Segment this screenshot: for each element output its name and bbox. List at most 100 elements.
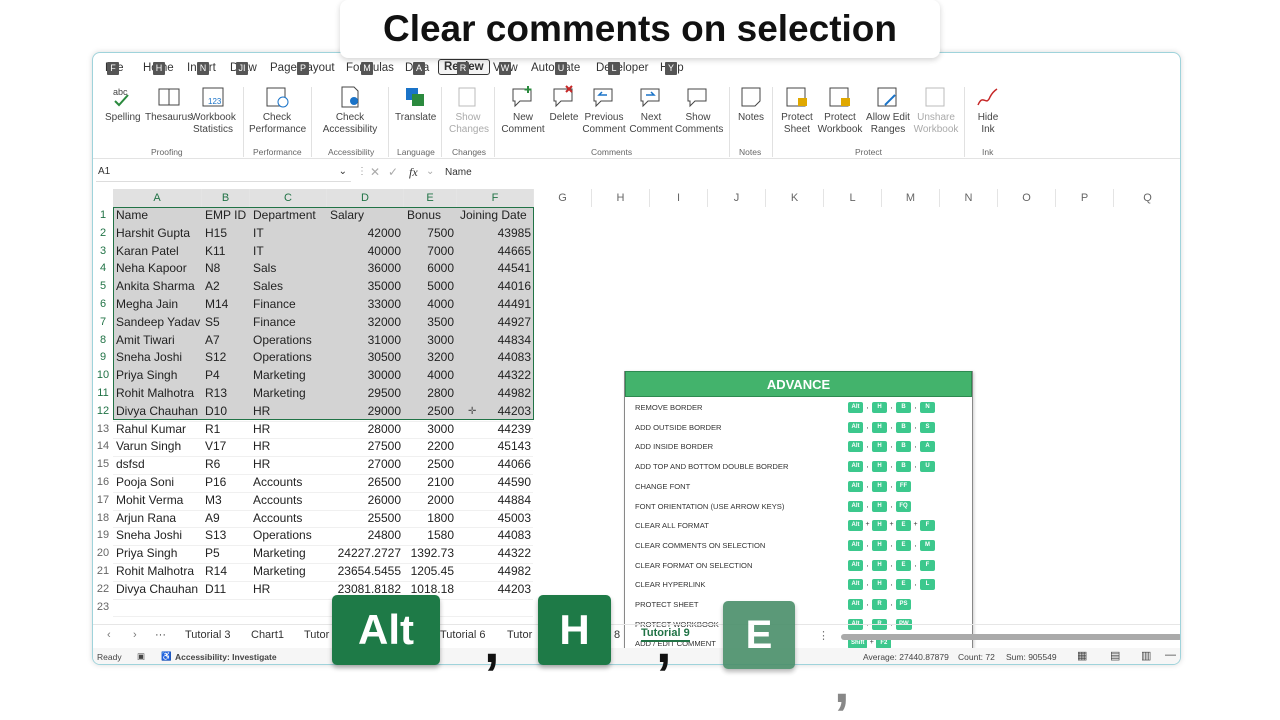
spelling-button[interactable]: abc Spelling: [105, 85, 141, 124]
cell[interactable]: 1205.45: [404, 563, 457, 581]
cell[interactable]: 29500: [327, 385, 404, 403]
cell[interactable]: 44016: [457, 278, 534, 296]
cell[interactable]: Sneha Joshi: [113, 527, 202, 545]
cell[interactable]: Accounts: [250, 510, 327, 528]
cell[interactable]: Operations: [250, 527, 327, 545]
macro-icon[interactable]: ▣: [137, 651, 145, 662]
row-header[interactable]: 11: [93, 385, 113, 403]
column-header[interactable]: N: [940, 189, 998, 207]
row-header[interactable]: 6: [93, 296, 113, 314]
cell[interactable]: S12: [202, 349, 250, 367]
cell[interactable]: 43985: [457, 225, 534, 243]
cell[interactable]: Sales: [250, 278, 327, 296]
cell[interactable]: 28000: [327, 421, 404, 439]
cell[interactable]: 44834: [457, 332, 534, 350]
row-header[interactable]: 20: [93, 545, 113, 563]
cell[interactable]: HR: [250, 421, 327, 439]
cell[interactable]: 6000: [404, 260, 457, 278]
cell[interactable]: 2500: [404, 403, 457, 421]
cell[interactable]: 26500: [327, 474, 404, 492]
cell[interactable]: R13: [202, 385, 250, 403]
row-header[interactable]: 19: [93, 527, 113, 545]
cell[interactable]: A7: [202, 332, 250, 350]
column-header[interactable]: P: [1056, 189, 1114, 207]
cell[interactable]: 36000: [327, 260, 404, 278]
cell[interactable]: 32000: [327, 314, 404, 332]
cell[interactable]: Department: [250, 207, 327, 225]
formula-input[interactable]: Name: [445, 167, 472, 178]
cell[interactable]: R6: [202, 456, 250, 474]
cell[interactable]: A2: [202, 278, 250, 296]
cell[interactable]: 4000: [404, 367, 457, 385]
cell[interactable]: HR: [250, 403, 327, 421]
cell[interactable]: 44066: [457, 456, 534, 474]
row-header[interactable]: 5: [93, 278, 113, 296]
cell[interactable]: Sandeep Yadav: [113, 314, 202, 332]
check-accessibility-button[interactable]: Check Accessibility: [319, 85, 381, 136]
prev-sheet-icon[interactable]: ‹: [107, 629, 111, 641]
tab-tutorial-3[interactable]: Tutorial 3: [185, 629, 230, 641]
column-header[interactable]: O: [998, 189, 1056, 207]
cell[interactable]: 27500: [327, 438, 404, 456]
cell[interactable]: D11: [202, 581, 250, 599]
column-header[interactable]: B: [202, 189, 250, 207]
cell[interactable]: 45143: [457, 438, 534, 456]
cell[interactable]: 2500: [404, 456, 457, 474]
cell[interactable]: 2100: [404, 474, 457, 492]
cell[interactable]: Megha Jain: [113, 296, 202, 314]
cell[interactable]: Bonus: [404, 207, 457, 225]
tab-tutorial-6[interactable]: Tutorial 6: [440, 629, 485, 641]
cell[interactable]: Finance: [250, 314, 327, 332]
cell[interactable]: 27000: [327, 456, 404, 474]
cell[interactable]: K11: [202, 243, 250, 261]
protect-workbook-button[interactable]: Protect Workbook: [817, 85, 863, 136]
menu-developer[interactable]: Developer: [596, 62, 648, 74]
row-header[interactable]: 1: [93, 207, 113, 225]
cell[interactable]: Rahul Kumar: [113, 421, 202, 439]
cell[interactable]: Marketing: [250, 385, 327, 403]
row-header[interactable]: 21: [93, 563, 113, 581]
cell[interactable]: 40000: [327, 243, 404, 261]
cell[interactable]: Sals: [250, 260, 327, 278]
cell[interactable]: 5000: [404, 278, 457, 296]
cell[interactable]: 30000: [327, 367, 404, 385]
cell[interactable]: 25500: [327, 510, 404, 528]
cell[interactable]: Marketing: [250, 367, 327, 385]
cancel-icon[interactable]: ✕: [370, 165, 380, 179]
cell[interactable]: H15: [202, 225, 250, 243]
row-header[interactable]: 13: [93, 421, 113, 439]
row-header[interactable]: 7: [93, 314, 113, 332]
column-header[interactable]: F: [457, 189, 534, 207]
cell[interactable]: EMP ID: [202, 207, 250, 225]
cell[interactable]: 1580: [404, 527, 457, 545]
row-header[interactable]: 23: [93, 599, 113, 617]
row-header[interactable]: 16: [93, 474, 113, 492]
row-header[interactable]: 4: [93, 260, 113, 278]
cell[interactable]: 44884: [457, 492, 534, 510]
confirm-icon[interactable]: ✓: [388, 165, 398, 179]
cell[interactable]: 44927: [457, 314, 534, 332]
cell[interactable]: 2800: [404, 385, 457, 403]
hide-ink-button[interactable]: Hide Ink: [971, 85, 1005, 136]
cell[interactable]: D10: [202, 403, 250, 421]
delete-comment-button[interactable]: Delete: [548, 85, 580, 124]
tab-chart1[interactable]: Chart1: [251, 629, 284, 641]
row-header[interactable]: 9: [93, 349, 113, 367]
column-header[interactable]: C: [250, 189, 327, 207]
cell[interactable]: 42000: [327, 225, 404, 243]
cell[interactable]: Salary: [327, 207, 404, 225]
cell[interactable]: 3000: [404, 332, 457, 350]
worksheet-grid[interactable]: ADVANCE REMOVE BORDER Alt, H, B, N ADD OUTSID…: [93, 189, 1180, 664]
row-header[interactable]: 22: [93, 581, 113, 599]
cell[interactable]: IT: [250, 243, 327, 261]
cell[interactable]: Priya Singh: [113, 367, 202, 385]
cell[interactable]: 44491: [457, 296, 534, 314]
page-layout-icon[interactable]: ▤: [1110, 649, 1120, 662]
cell[interactable]: 2200: [404, 438, 457, 456]
cell[interactable]: Operations: [250, 332, 327, 350]
cell[interactable]: 26000: [327, 492, 404, 510]
row-header[interactable]: 2: [93, 225, 113, 243]
cell[interactable]: 3000: [404, 421, 457, 439]
cell[interactable]: Rohit Malhotra: [113, 385, 202, 403]
show-changes-button[interactable]: Show Changes: [449, 85, 489, 136]
